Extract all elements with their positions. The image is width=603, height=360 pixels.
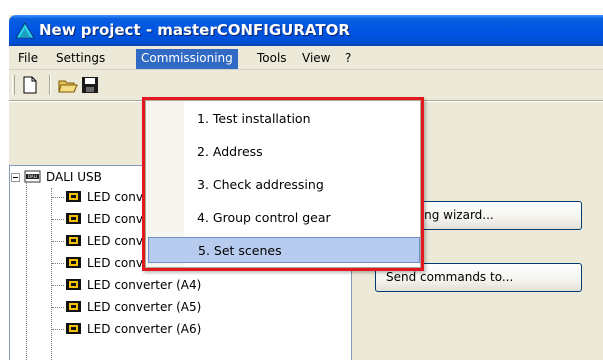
led-converter-icon [66,279,81,290]
window-title: New project - masterCONFIGURATOR [39,21,350,39]
menu-commissioning[interactable]: Commissioning [136,49,238,69]
svg-text:DALI: DALI [28,174,37,179]
menu-item-set-scenes[interactable]: 5. Set scenes [148,237,420,263]
menu-view[interactable]: View [297,50,335,68]
menu-item-label: 4. Group control gear [197,210,331,225]
menu-item-check-addressing[interactable]: 3. Check addressing [148,172,420,198]
menu-file[interactable]: File [13,50,43,68]
tree-line [52,241,64,242]
menu-bar: File Settings Commissioning Tools View ? [9,46,603,70]
commissioning-menu: 1. Test installation 2. Address 3. Check… [142,97,424,271]
tree-item-label: LED converter (A4) [87,278,202,292]
led-converter-icon [66,213,81,224]
menu-item-label: 2. Address [197,144,263,159]
tree-item-label: LED converter (A5) [87,300,202,314]
menu-item-address[interactable]: 2. Address [148,139,420,165]
tree-root-label: DALI USB [46,170,102,184]
toolbar [9,71,603,99]
app-window: New project - masterCONFIGURATOR File Se… [9,15,603,360]
menu-item-group-control-gear[interactable]: 4. Group control gear [148,205,420,231]
menu-item-label: 1. Test installation [197,111,311,126]
menu-help[interactable]: ? [340,50,356,68]
commissioning-menu-panel: 1. Test installation 2. Address 3. Check… [145,100,421,268]
led-converter-icon [66,235,81,246]
menu-item-label: 3. Check addressing [197,177,324,192]
new-document-icon[interactable] [19,74,41,96]
led-converter-icon [66,257,81,268]
tree-line [52,329,64,330]
collapse-toggle[interactable] [11,173,20,182]
led-converter-icon [66,301,81,312]
tree-item-label: LED converter (A6) [87,322,202,336]
led-converter-icon [66,191,81,202]
tree-line [26,180,27,360]
open-folder-icon[interactable] [57,74,79,96]
dali-bus-icon: DALI [24,170,41,183]
send-commands-label: Send commands to... [386,270,514,284]
save-icon[interactable] [79,74,101,96]
toolbar-separator [49,75,51,95]
menu-settings[interactable]: Settings [51,50,110,68]
menu-tools[interactable]: Tools [252,50,292,68]
toolbar-grip[interactable] [12,75,15,95]
menu-item-test-installation[interactable]: 1. Test installation [148,106,420,132]
tree-line [52,197,64,198]
tree-line [51,188,52,360]
tree-line [52,263,64,264]
tree-line [52,219,64,220]
menu-item-label: 5. Set scenes [198,243,282,258]
tree-line [52,307,64,308]
app-logo-icon [15,22,35,39]
title-bar[interactable]: New project - masterCONFIGURATOR [9,15,603,46]
tree-line [52,285,64,286]
led-converter-icon [66,323,81,334]
